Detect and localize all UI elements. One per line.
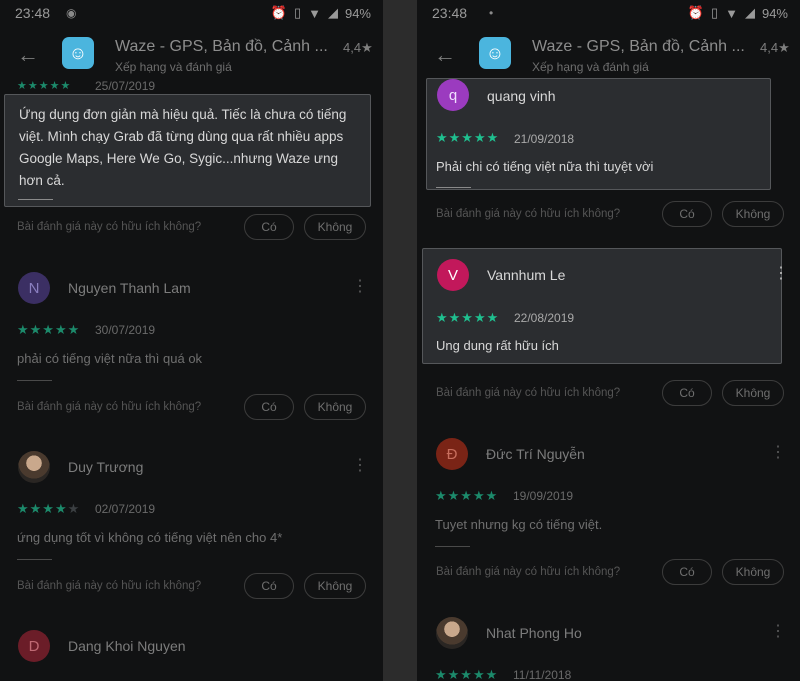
vibrate-icon: ▯ [293, 5, 302, 20]
helpful-yes-button[interactable]: Có [244, 573, 294, 599]
alarm-icon: ⏰ [687, 5, 704, 20]
helpful-yes-button[interactable]: Có [662, 559, 712, 585]
waze-app-icon: ☺ [479, 37, 511, 69]
review-text: phải có tiếng việt nữa thì quá ok [17, 351, 203, 366]
wifi-icon: ▼ [725, 5, 738, 21]
helpful-no-button[interactable]: Không [722, 201, 784, 227]
star-rating: ★★★★★ [17, 80, 72, 92]
review-text: Phải chi có tiếng việt nữa thì tuyệt vời [436, 159, 654, 174]
app-title: Waze - GPS, Bản đồ, Cảnh ... [532, 38, 745, 55]
app-subtitle: Xếp hạng và đánh giá [115, 60, 232, 74]
more-options-icon[interactable]: ⋮ [773, 266, 789, 282]
review-date: 11/11/2018 [513, 668, 572, 681]
reviewer-name: Nguyen Thanh Lam [68, 280, 191, 296]
battery-text: 94% [344, 5, 371, 21]
star-rating: ★★★★★ [436, 130, 500, 145]
review-date: 30/07/2019 [95, 323, 156, 337]
helpful-no-button[interactable]: Không [722, 380, 784, 406]
alarm-icon: ⏰ [270, 5, 287, 20]
review-text: Ứng dụng đơn giản mà hiệu quả. Tiếc là c… [19, 107, 347, 188]
helpful-no-button[interactable]: Không [304, 573, 366, 599]
review-date: 02/07/2019 [95, 502, 156, 516]
helpful-no-button[interactable]: Không [722, 559, 784, 585]
wifi-icon: ▼ [308, 5, 321, 21]
signal-icon: ◢ [744, 5, 755, 20]
helpful-question: Bài đánh giá này có hữu ích không? [17, 221, 202, 233]
avatar: D [18, 630, 50, 662]
back-arrow-icon[interactable]: ← [17, 42, 39, 68]
star-rating: ★★★★★ [435, 667, 499, 681]
vibrate-icon: ▯ [710, 5, 719, 20]
notification-dot-icon: • [489, 6, 494, 20]
messenger-icon: ◉ [66, 6, 77, 20]
more-options-icon[interactable]: ⋮ [352, 458, 368, 474]
right-screenshot: 23:48 • ⏰ ▯ ▼ ◢ 94% ← ☺ Waze - GPS, Bản … [417, 0, 800, 681]
helpful-question: Bài đánh giá này có hữu ích không? [436, 566, 621, 578]
divider [17, 559, 52, 560]
reviewer-name: Dang Khoi Nguyen [68, 638, 186, 654]
avatar-photo [436, 617, 468, 649]
helpful-question: Bài đánh giá này có hữu ích không? [436, 387, 621, 399]
helpful-yes-button[interactable]: Có [662, 201, 712, 227]
avatar: V [437, 259, 469, 291]
highlighted-review-card: V Vannhum Le ⋮ ★★★★★ 22/08/2019 Ung dung… [422, 248, 789, 364]
reviewer-name: Duy Trương [68, 459, 144, 475]
app-rating: 4,4★ [343, 40, 373, 55]
reviewer-name: quang vinh [487, 88, 556, 104]
helpful-no-button[interactable]: Không [304, 394, 366, 420]
helpful-question: Bài đánh giá này có hữu ích không? [17, 401, 202, 413]
more-options-icon[interactable]: ⋮ [770, 445, 786, 461]
expanded-review-card: Ứng dụng đơn giản mà hiệu quả. Tiếc là c… [4, 94, 371, 207]
review-text: ứng dụng tốt vì không có tiếng việt nên … [17, 530, 283, 545]
review-text: Ung dung rất hữu ích [436, 338, 559, 353]
panel-divider [383, 0, 417, 681]
review-date: 25/07/2019 [95, 79, 156, 93]
divider [17, 380, 52, 381]
reviewer-name: Đức Trí Nguyễn [486, 446, 585, 462]
back-arrow-icon[interactable]: ← [434, 42, 456, 68]
star-rating: ★★★★★ [17, 322, 81, 337]
app-subtitle: Xếp hạng và đánh giá [532, 60, 649, 74]
star-rating: ★★★★★ [17, 501, 81, 516]
star-rating: ★★★★★ [436, 310, 500, 325]
helpful-question: Bài đánh giá này có hữu ích không? [17, 580, 202, 592]
reviewer-name: Vannhum Le [487, 267, 566, 283]
helpful-yes-button[interactable]: Có [244, 394, 294, 420]
status-time: 23:48 [15, 5, 51, 21]
more-options-icon[interactable]: ⋮ [770, 624, 786, 640]
avatar: q [437, 79, 469, 111]
avatar: Đ [436, 438, 468, 470]
more-options-icon[interactable]: ⋮ [352, 279, 368, 295]
status-icons: ⏰ ▯ ▼ ◢ 94% [271, 5, 371, 21]
waze-app-icon: ☺ [62, 37, 94, 69]
helpful-yes-button[interactable]: Có [662, 380, 712, 406]
avatar: N [18, 272, 50, 304]
battery-text: 94% [761, 5, 788, 21]
review-date: 21/09/2018 [514, 132, 575, 146]
helpful-question: Bài đánh giá này có hữu ích không? [436, 208, 621, 220]
star-rating: ★★★★★ [435, 488, 499, 503]
helpful-yes-button[interactable]: Có [244, 214, 294, 240]
review-date: 19/09/2019 [513, 489, 574, 503]
avatar-photo [18, 451, 50, 483]
reviewer-name: Nhat Phong Ho [486, 625, 582, 641]
app-title: Waze - GPS, Bản đồ, Cảnh ... [115, 38, 328, 55]
status-time: 23:48 [432, 5, 468, 21]
divider [435, 546, 470, 547]
highlighted-review-card: q quang vinh ★★★★★ 21/09/2018 Phải chi c… [426, 78, 771, 190]
divider [18, 199, 53, 200]
review-text: Tuyet nhưng kg có tiếng việt. [435, 517, 603, 532]
signal-icon: ◢ [327, 5, 338, 20]
divider [436, 187, 471, 188]
helpful-no-button[interactable]: Không [304, 214, 366, 240]
app-rating: 4,4★ [760, 40, 790, 55]
review-date: 22/08/2019 [514, 311, 575, 325]
status-icons: ⏰ ▯ ▼ ◢ 94% [688, 5, 788, 21]
left-screenshot: 23:48 ◉ ⏰ ▯ ▼ ◢ 94% ← ☺ Waze - GPS, Bản … [0, 0, 383, 681]
